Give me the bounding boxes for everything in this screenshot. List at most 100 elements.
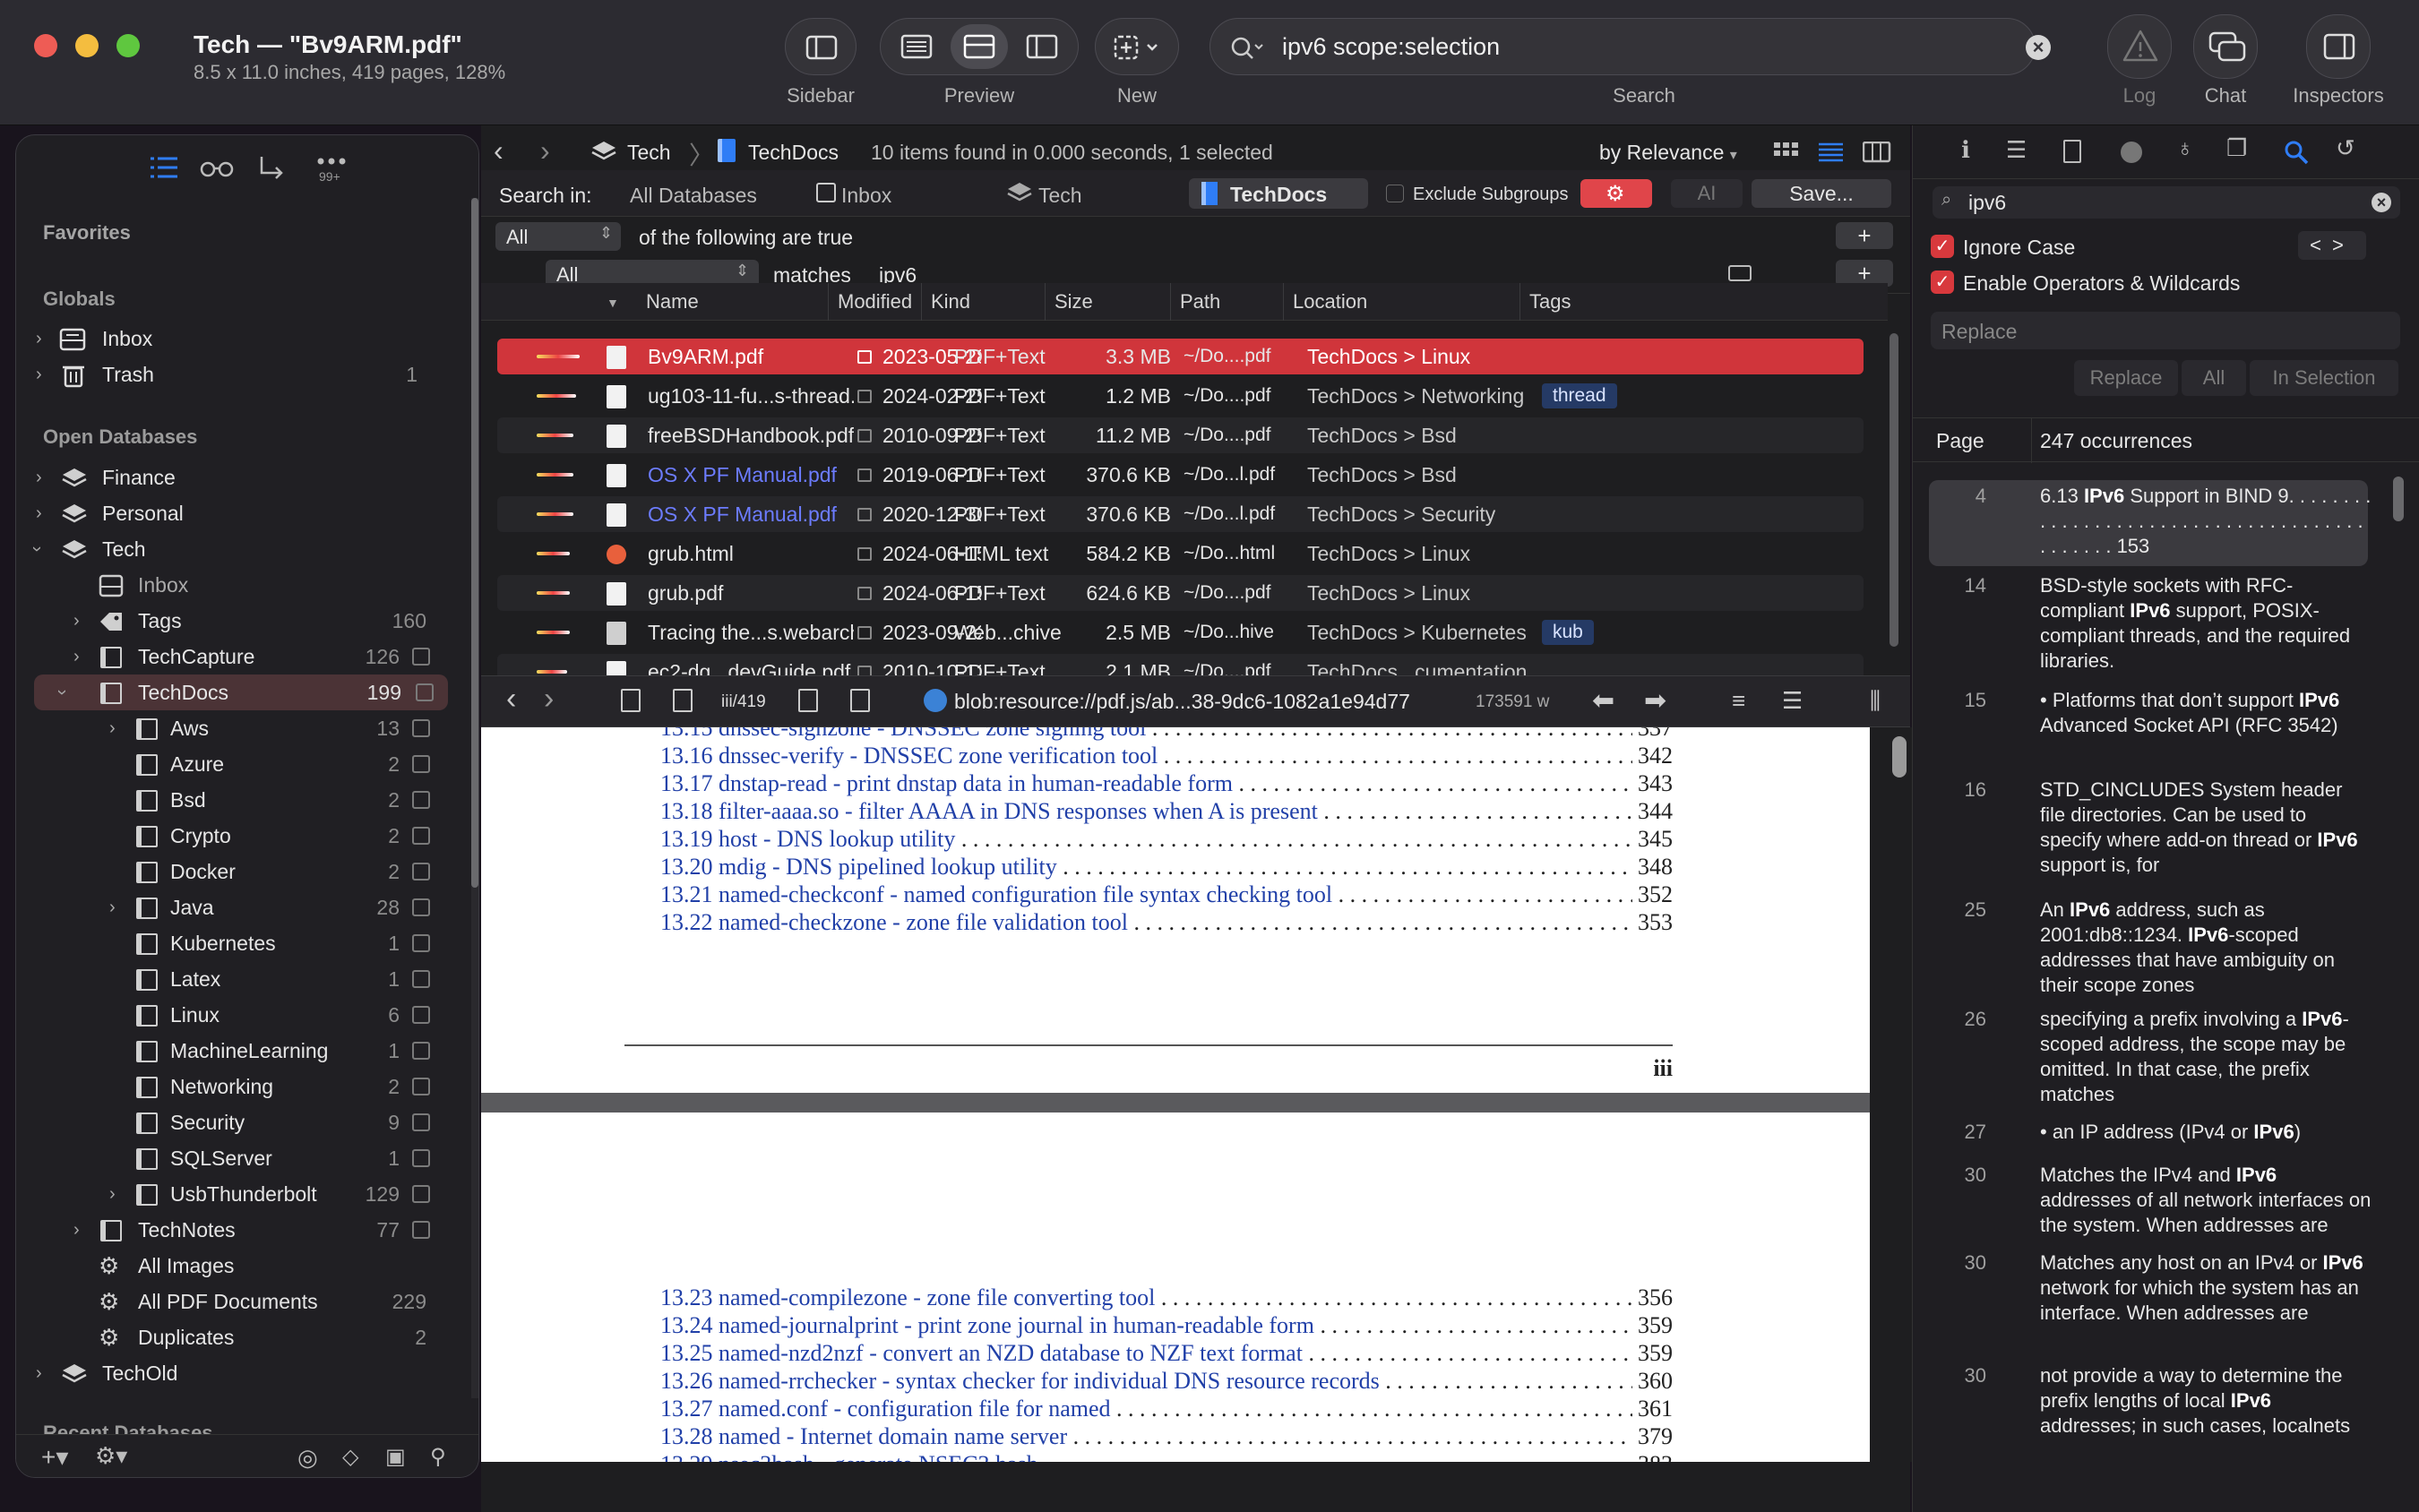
icon-view-icon[interactable] (1773, 142, 1800, 163)
column-tags[interactable]: Tags (1520, 283, 1628, 321)
annotation-icon[interactable] (2121, 142, 2142, 163)
toc-entry[interactable]: 13.17 dnstap-read - print dnstap data in… (660, 770, 1673, 797)
sidebar-item-group[interactable]: › Java 28 (16, 889, 446, 925)
sidebar-item-group[interactable]: SQLServer 1 (16, 1140, 446, 1176)
sidebar-item-tech[interactable]: › Tech (16, 531, 446, 567)
image-icon[interactable]: ▣ (385, 1444, 406, 1470)
scroll-thumb[interactable] (1890, 333, 1898, 647)
replace-all-button[interactable]: All (2182, 360, 2246, 396)
chevron-right-icon[interactable]: › (109, 889, 116, 925)
chevron-down-icon[interactable]: › (19, 546, 55, 553)
previous-page-icon[interactable] (673, 689, 693, 712)
table-row[interactable]: OS X PF Manual.pdf 2020-12-30 PDF+Text 370.… (497, 496, 1864, 532)
sidebar-toggle-button[interactable] (785, 18, 857, 75)
ignore-case-checkbox[interactable]: ✓ (1931, 235, 1954, 258)
toc-entry[interactable]: 13.24 named-journalprint - print zone jo… (660, 1312, 1673, 1339)
sidebar-item-duplicates[interactable]: ⚙ Duplicates 2 (16, 1319, 446, 1355)
sidebar-item-inbox[interactable]: › Inbox (16, 321, 446, 357)
outline-list-icon[interactable]: ☰ (2006, 136, 2027, 164)
column-path[interactable]: Path (1171, 283, 1284, 321)
sort-order-dropdown[interactable]: by Relevance ▾ (1599, 141, 1737, 165)
keyboard-icon[interactable] (1728, 265, 1752, 281)
toc-entry[interactable]: 13.15 dnssec-signzone - DNSSEC zone sign… (660, 727, 1673, 742)
close-window-button[interactable] (34, 34, 57, 57)
lightbulb-icon[interactable]: ♁ (2176, 134, 2194, 162)
toc-entry[interactable]: 13.21 named-checkconf - named configurat… (660, 881, 1673, 908)
log-button[interactable] (2107, 14, 2172, 79)
toc-entry[interactable]: 13.18 filter-aaaa.so - filter AAAA in DN… (660, 798, 1673, 825)
chevron-down-icon[interactable]: › (44, 690, 80, 696)
chat-button[interactable] (2193, 14, 2258, 79)
previous-next-match-buttons[interactable]: <> (2298, 231, 2366, 260)
sidebar-item-personal[interactable]: › Personal (16, 495, 446, 531)
occurrence-scroll-thumb[interactable] (2393, 477, 2404, 521)
column-view-icon[interactable] (1863, 142, 1891, 163)
inspectors-button[interactable] (2306, 14, 2371, 79)
toc-entry[interactable]: 13.26 named-rrchecker - syntax checker f… (660, 1368, 1673, 1395)
sidebar-item-group[interactable]: Networking 2 (16, 1069, 446, 1104)
concordance-icon[interactable]: ◎ (297, 1444, 318, 1472)
column-modified[interactable]: Modified (829, 283, 922, 321)
toc-entry[interactable]: 13.16 dnssec-verify - DNSSEC zone verifi… (660, 743, 1673, 769)
chevron-right-icon[interactable]: › (109, 1176, 116, 1212)
info-icon[interactable]: ℹ (1961, 136, 1970, 164)
sidebar-item-group[interactable]: MachineLearning 1 (16, 1033, 446, 1069)
condition-all-select[interactable]: All ⇕ (495, 222, 621, 251)
sidebar-item-group[interactable]: Security 9 (16, 1104, 446, 1140)
display-options-icon[interactable]: ⫼ (1870, 687, 1881, 716)
link-forward-icon[interactable]: ➡ (1644, 685, 1666, 717)
replace-button[interactable]: Replace (2074, 360, 2178, 396)
column-size[interactable]: Size (1046, 283, 1171, 321)
page-indicator[interactable]: iii/419 (721, 692, 766, 712)
replace-field[interactable]: Replace (1931, 312, 2400, 349)
scope-techdocs[interactable]: TechDocs (1189, 178, 1368, 209)
sidebar-item-technotes[interactable]: › TechNotes 77 (16, 1212, 446, 1248)
scroll-thumb[interactable] (471, 198, 478, 888)
toc-entry[interactable]: 13.25 named-nzd2nzf - convert an NZD dat… (660, 1340, 1673, 1367)
table-row[interactable]: Bv9ARM.pdf 2023-05-28 PDF+Text 3.3 MB ~/Do..… (497, 339, 1864, 374)
link-back-icon[interactable]: ⬅ (1592, 685, 1614, 717)
sidebar-item-group[interactable]: Crypto 2 (16, 818, 446, 854)
toc-entry[interactable]: 13.20 mdig - DNS pipelined lookup utilit… (660, 854, 1673, 881)
sidebar-item-group[interactable]: Latex 1 (16, 961, 446, 997)
sidebar-item-techold[interactable]: › TechOld (16, 1355, 446, 1391)
tag-outline-icon[interactable]: ◇ (342, 1444, 358, 1470)
tag-badge[interactable]: thread (1542, 383, 1617, 408)
history-icon[interactable]: ↺ (2336, 134, 2355, 162)
sidebar-item-group[interactable]: Bsd 2 (16, 782, 446, 818)
sidebar-item-group[interactable]: › Aws 13 (16, 710, 446, 746)
add-plus-icon[interactable]: +▾ (41, 1442, 68, 1472)
reading-glasses-icon[interactable] (199, 153, 235, 182)
preview-split-button[interactable] (951, 24, 1008, 69)
last-page-icon[interactable] (850, 689, 870, 712)
pdf-viewer[interactable]: 13.15 dnssec-signzone - DNSSEC zone sign… (481, 727, 1870, 1462)
sidebar-item-techdocs[interactable]: › TechDocs 199 (34, 674, 448, 710)
chevron-right-icon[interactable]: › (36, 1355, 42, 1391)
column-kind[interactable]: Kind (922, 283, 1046, 321)
sidebar-list-view-icon[interactable] (147, 153, 183, 182)
ai-search-button[interactable]: AI (1671, 179, 1743, 208)
table-row[interactable]: ug103-11-fu...s-thread.pdf2024-02-25PDF+… (497, 378, 1864, 414)
sidebar-item-all-images[interactable]: ⚙ All Images (16, 1248, 446, 1284)
sidebar-item-group[interactable]: › UsbThunderbolt 129 (16, 1176, 446, 1212)
sidebar-scrollbar[interactable] (471, 198, 478, 1398)
preview-list-button[interactable] (888, 24, 945, 69)
chevron-right-icon[interactable]: › (73, 1212, 80, 1248)
scope-all-databases[interactable]: All Databases (630, 184, 757, 208)
table-row[interactable]: grub.html 2024-06-15 HTML text 584.2 KB ~/Do… (497, 536, 1864, 571)
toc-entry[interactable]: 13.27 named.conf - configuration file fo… (660, 1396, 1673, 1422)
search-options-button[interactable]: ⚙ (1580, 179, 1652, 208)
table-row[interactable]: grub.pdf 2024-06-15 PDF+Text 624.6 KB ~/Do..… (497, 575, 1864, 611)
clear-find-icon[interactable]: × (2372, 193, 2391, 212)
column-name[interactable]: Name (637, 283, 829, 321)
breadcrumb-group[interactable]: TechDocs (748, 141, 839, 165)
replace-in-selection-button[interactable]: In Selection (2250, 360, 2398, 396)
chevron-right-icon[interactable]: › (73, 603, 80, 639)
scope-inbox[interactable]: Inbox (841, 184, 891, 208)
import-icon[interactable] (254, 153, 290, 182)
scope-tech[interactable]: Tech (1038, 184, 1082, 208)
pin-icon[interactable]: ⚲ (430, 1444, 446, 1470)
table-row[interactable]: freeBSDHandbook.pdf 2010-09-25 PDF+Text 11.… (497, 417, 1864, 453)
search-tab-icon[interactable] (2284, 140, 2311, 167)
chat-bubbles-icon[interactable]: ❐ (2226, 134, 2247, 162)
